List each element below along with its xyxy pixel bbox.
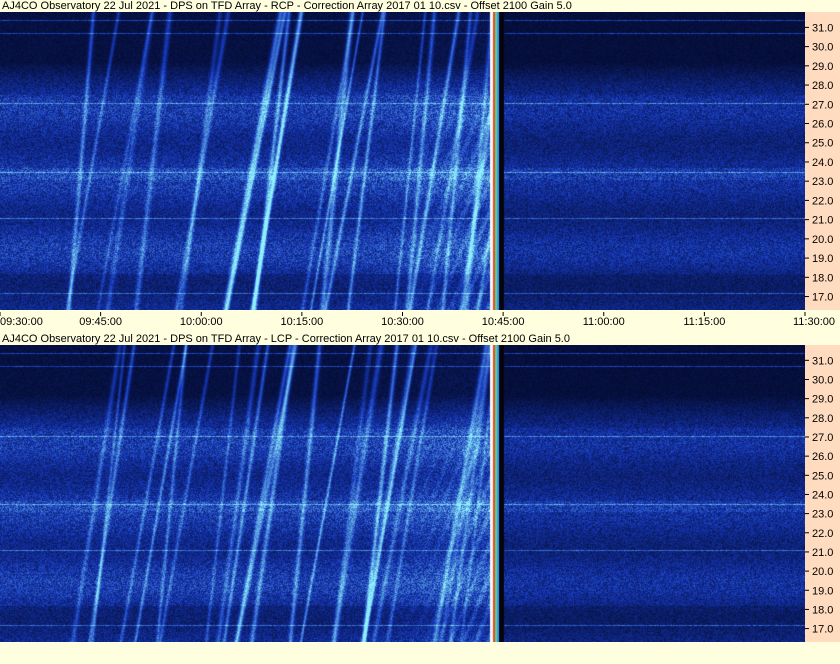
y-tick-label: 22.0: [812, 528, 833, 540]
y-tick-label: 28.0: [812, 80, 833, 92]
y-tick-label: 30.0: [812, 42, 833, 54]
y-tick-label: 26.0: [812, 119, 833, 131]
y-tick-label: 19.0: [812, 253, 833, 265]
frequency-axis-rcp: 31.0 30.0 29.0 28.0 27.0 26.0 25.0 24.0 23.0 22.0…: [805, 12, 840, 310]
y-tick-label: 20.0: [812, 566, 833, 578]
y-tick-label: 25.0: [812, 138, 833, 150]
x-tick-label: 10:15:00: [280, 316, 323, 328]
x-tick-label: 10:00:00: [180, 316, 223, 328]
y-tick-label: 23.0: [812, 509, 833, 521]
time-axis-lcp: [0, 642, 840, 664]
y-tick-label: 24.0: [812, 157, 833, 169]
y-tick-label: 31.0: [812, 22, 833, 34]
y-tick-label: 18.0: [812, 604, 833, 616]
y-tick-label: 29.0: [812, 61, 833, 73]
y-tick-label: 24.0: [812, 489, 833, 501]
x-tick-label: 11:15:00: [683, 316, 725, 328]
y-tick-label: 30.0: [812, 374, 833, 386]
frequency-axis-lcp: 31.0 30.0 29.0 28.0 27.0 26.0 25.0 24.0 23.0 22.0…: [805, 345, 840, 642]
y-tick-label: 23.0: [812, 176, 833, 188]
spectrogram-display: AJ4CO Observatory 22 Jul 2021 - DPS on T…: [0, 0, 840, 664]
y-tick-label: 31.0: [812, 355, 833, 367]
panel-title-lcp: AJ4CO Observatory 22 Jul 2021 - DPS on T…: [2, 333, 570, 345]
y-tick-label: 19.0: [812, 585, 833, 597]
y-tick-label: 28.0: [812, 413, 833, 425]
y-tick-label: 22.0: [812, 195, 833, 207]
x-tick-label: 11:00:00: [583, 316, 625, 328]
y-tick-label: 26.0: [812, 451, 833, 463]
panel-title-rcp: AJ4CO Observatory 22 Jul 2021 - DPS on T…: [2, 0, 572, 12]
x-tick-label: 11:30:00: [793, 316, 835, 328]
y-tick-label: 27.0: [812, 99, 833, 111]
y-tick-label: 18.0: [812, 272, 833, 284]
time-axis-rcp: 09:30:00 09:45:00 10:00:00 10:15:00 10:30:00…: [0, 312, 840, 328]
x-tick-label: 09:30:00: [0, 316, 43, 328]
spectrogram-lcp: [0, 345, 805, 642]
spectrogram-rcp: [0, 12, 805, 310]
y-tick-label: 29.0: [812, 394, 833, 406]
x-tick-label: 10:30:00: [381, 316, 424, 328]
x-tick-label: 09:45:00: [79, 316, 122, 328]
y-tick-label: 21.0: [812, 547, 833, 559]
y-tick-label: 25.0: [812, 470, 833, 482]
x-tick-label: 10:45:00: [482, 316, 525, 328]
y-tick-label: 20.0: [812, 234, 833, 246]
y-tick-label: 17.0: [812, 292, 833, 304]
y-tick-label: 21.0: [812, 215, 833, 227]
y-tick-label: 17.0: [812, 624, 833, 636]
y-tick-label: 27.0: [812, 432, 833, 444]
